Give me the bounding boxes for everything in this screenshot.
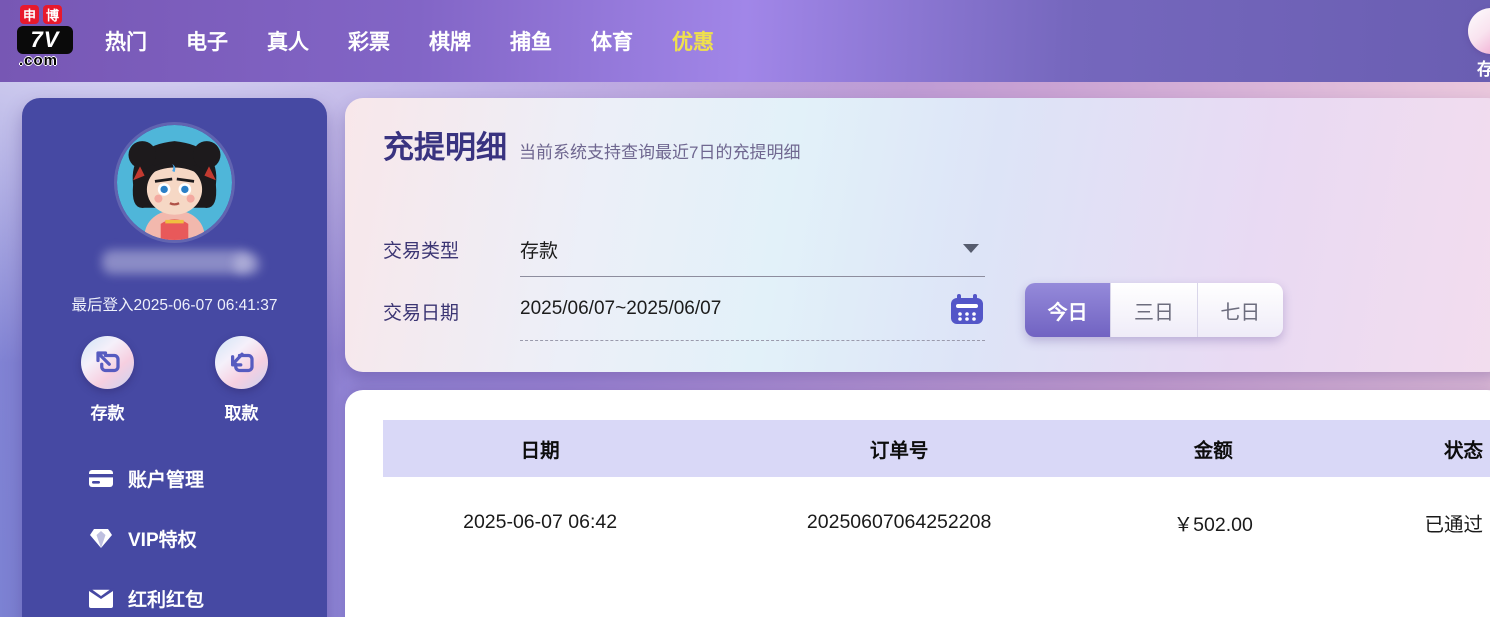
nav-item-fishing[interactable]: 捕鱼 [510, 26, 552, 56]
brand-badge-bo: 博 [43, 5, 62, 24]
cell-amount: ￥502.00 [1173, 513, 1253, 536]
nav-item-live[interactable]: 真人 [267, 26, 309, 56]
sidebar-menu: 账户管理 VIP特权 红利红包 [22, 458, 327, 617]
filter-panel: 充提明细 当前系统支持查询最近7日的充提明细 交易类型 存款 交易日期 2025… [345, 98, 1490, 372]
select-underline [520, 276, 985, 277]
brand-badges: 申 博 [20, 5, 87, 24]
calendar-icon[interactable] [950, 294, 984, 324]
transaction-date-label: 交易日期 [383, 303, 460, 324]
vip-gem-icon [90, 529, 112, 548]
nav-item-lottery[interactable]: 彩票 [348, 26, 390, 56]
transaction-type-label: 交易类型 [383, 241, 460, 262]
brand-logo-text: 7V [17, 26, 73, 54]
page-title-row: 充提明细 当前系统支持查询最近7日的充提明细 [383, 122, 800, 167]
range-button-7days[interactable]: 七日 [1197, 283, 1283, 337]
withdraw-icon [215, 336, 268, 389]
deposit-button[interactable]: 存款 [55, 336, 161, 424]
sidebar-item-bonus[interactable]: 红利红包 [22, 578, 327, 617]
sidebar-item-label: VIP特权 [128, 529, 197, 551]
page-root: 申 博 7V .com 热门 电子 真人 彩票 棋牌 捕鱼 体育 优惠 存 最后… [0, 0, 1490, 617]
red-packet-icon [88, 588, 114, 608]
column-header-date: 日期 [520, 440, 560, 462]
nav-item-slots[interactable]: 电子 [186, 26, 228, 56]
bank-card-icon [89, 470, 113, 487]
last-login-text: 最后登入2025-06-07 06:41:37 [71, 297, 278, 314]
brand-badge-shen: 申 [20, 5, 39, 24]
cell-order-number: 20250607064252208 [806, 510, 992, 533]
sidebar-item-label: 账户管理 [128, 469, 205, 491]
nav-item-sports[interactable]: 体育 [591, 26, 633, 56]
chevron-down-icon[interactable] [963, 244, 979, 253]
brand-logo-domain: .com [19, 52, 59, 69]
nav-item-hot[interactable]: 热门 [105, 26, 147, 56]
blurred-username [102, 250, 252, 274]
deposit-label: 存款 [90, 404, 125, 423]
nav-item-cards[interactable]: 棋牌 [429, 26, 471, 56]
range-button-3days[interactable]: 三日 [1111, 283, 1198, 337]
main-nav: 热门 电子 真人 彩票 棋牌 捕鱼 体育 优惠 [105, 0, 714, 82]
sidebar: 最后登入2025-06-07 06:41:37 存款 取款 账户管理 VIP特权… [22, 98, 327, 617]
date-range-group: 今日 三日 七日 [1025, 283, 1283, 337]
withdraw-button[interactable]: 取款 [189, 336, 295, 424]
table-row: 2025-06-07 06:42 20250607064252208 ￥502.… [383, 477, 1490, 567]
floating-deposit-label: 存 [1477, 60, 1490, 79]
sidebar-item-label: 红利红包 [128, 589, 205, 611]
brand-logo[interactable]: 申 博 7V .com [17, 5, 87, 69]
withdraw-label: 取款 [224, 404, 259, 423]
cell-date: 2025-06-07 06:42 [463, 510, 618, 533]
sidebar-item-vip[interactable]: VIP特权 [22, 518, 327, 558]
deposit-icon [81, 336, 134, 389]
table-header: 日期 订单号 金额 状态 [383, 420, 1490, 477]
page-title: 充提明细 [383, 130, 507, 165]
page-subtitle: 当前系统支持查询最近7日的充提明细 [519, 143, 801, 162]
date-underline [520, 340, 985, 341]
cell-status: 已通过 [1424, 513, 1483, 536]
nav-item-promos[interactable]: 优惠 [672, 26, 714, 56]
top-nav: 申 博 7V .com 热门 电子 真人 彩票 棋牌 捕鱼 体育 优惠 [0, 0, 1490, 82]
transaction-date-input[interactable]: 2025/06/07~2025/06/07 [520, 298, 985, 320]
sidebar-actions: 存款 取款 [22, 336, 327, 424]
column-header-order: 订单号 [869, 440, 929, 462]
sidebar-avatar[interactable] [117, 125, 232, 240]
records-table-panel: 日期 订单号 金额 状态 2025-06-07 06:42 2025060706… [345, 390, 1490, 617]
blurred-username [234, 254, 260, 274]
column-header-amount: 金额 [1193, 440, 1233, 462]
sidebar-item-account[interactable]: 账户管理 [22, 458, 327, 498]
column-header-status: 状态 [1443, 440, 1483, 462]
transaction-type-select[interactable]: 存款 [520, 236, 985, 263]
range-button-today[interactable]: 今日 [1025, 283, 1112, 337]
